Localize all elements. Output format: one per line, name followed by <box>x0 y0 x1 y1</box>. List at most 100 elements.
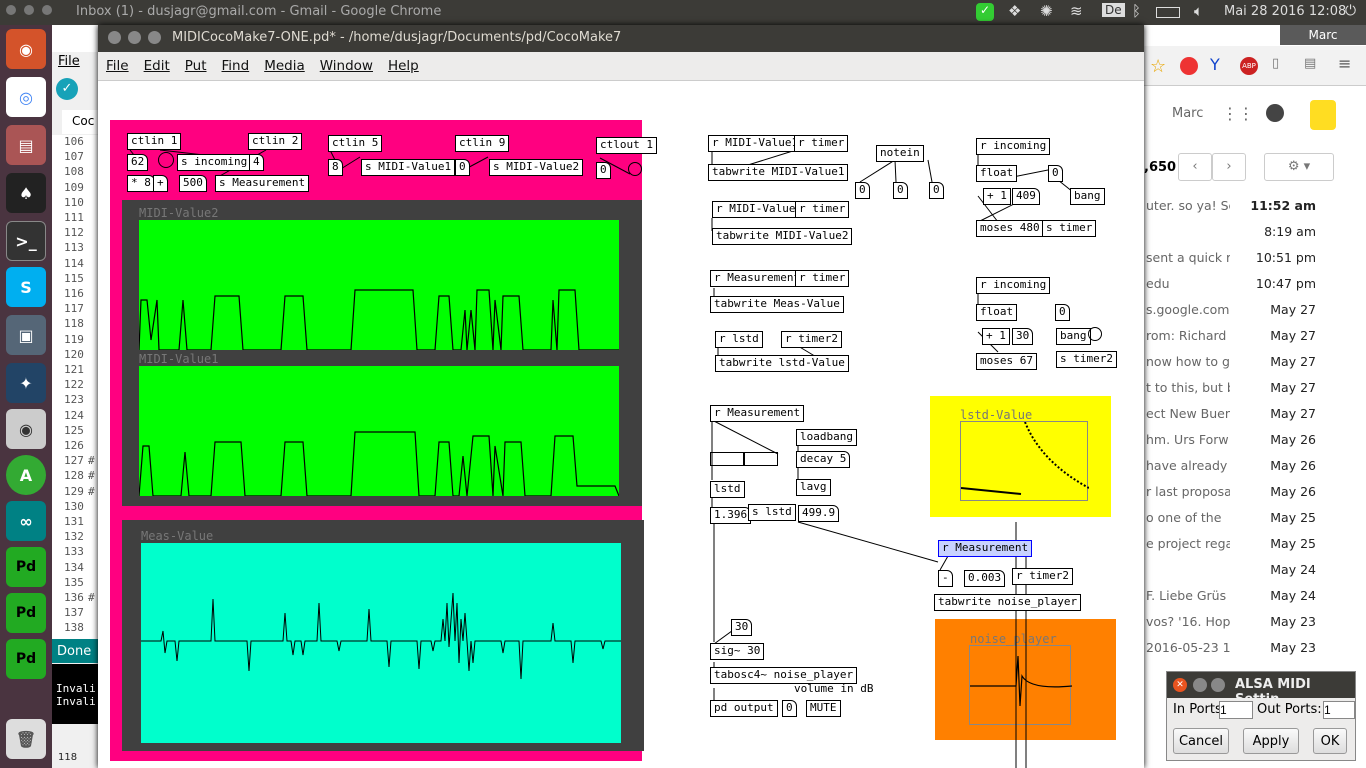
bang-button[interactable] <box>628 162 642 176</box>
menu-icon[interactable]: ≡ <box>1338 54 1351 73</box>
clock[interactable]: Mai 28 2016 12:08 <box>1224 4 1346 19</box>
keyboard-layout[interactable]: De <box>1102 3 1125 17</box>
pd-icon[interactable]: Pd <box>6 593 46 633</box>
mail-row[interactable]: edu 10:47 pm <box>1144 270 1366 296</box>
pd-canvas[interactable]: MIDI-Value2 MIDI-Value1 Meas-Value lstd-… <box>98 82 1144 768</box>
mail-row[interactable]: r last proposa May 26 <box>1144 478 1366 504</box>
moses-480-object[interactable]: moses 480 <box>976 220 1044 237</box>
menu-put[interactable]: Put <box>185 58 207 74</box>
receive-incoming-object[interactable]: r incoming <box>976 277 1051 294</box>
hslider-handle[interactable] <box>743 453 745 465</box>
mail-row[interactable]: rom: Richard A May 27 <box>1144 322 1366 348</box>
files-icon[interactable]: ▤ <box>6 125 46 165</box>
menu-help[interactable]: Help <box>388 58 419 74</box>
receive-timer2-object[interactable]: r timer2 <box>781 331 842 348</box>
mail-row[interactable]: 2016-05-23 1 May 23 <box>1144 634 1366 660</box>
minimize-icon[interactable] <box>1193 678 1207 692</box>
receive-midi-value1-object[interactable]: r MIDI-Value1 <box>708 135 803 152</box>
out-ports-input[interactable] <box>1323 701 1355 719</box>
number-box[interactable]: 0 <box>1048 165 1063 182</box>
float-object[interactable]: float <box>976 165 1018 182</box>
menu-find[interactable]: Find <box>222 58 250 74</box>
shotwell-icon[interactable]: ✦ <box>6 363 46 403</box>
apps-icon[interactable]: ⋮⋮ <box>1222 104 1254 123</box>
check-icon[interactable]: ✓ <box>976 3 994 21</box>
mail-row[interactable]: 8:19 am <box>1144 218 1366 244</box>
receive-timer-object[interactable]: r timer <box>794 135 849 152</box>
mail-row[interactable]: s.google.com May 27 <box>1144 296 1366 322</box>
number-box[interactable]: 0.003 <box>964 570 1006 587</box>
webcam-icon[interactable]: ◉ <box>6 409 46 449</box>
lavg-object[interactable]: lavg <box>796 479 831 496</box>
settings-gear-icon[interactable]: ⚙ ▾ <box>1264 153 1334 181</box>
number-box[interactable]: 409 <box>1012 188 1040 205</box>
ctlin-1-object[interactable]: ctlin 1 <box>127 133 182 150</box>
number-box[interactable]: 1.396 <box>710 507 752 524</box>
gmail-user[interactable]: Marc <box>1172 106 1203 121</box>
receive-incoming-object[interactable]: r incoming <box>976 138 1051 155</box>
power-icon[interactable]: ⏻ <box>1345 3 1356 19</box>
number-box[interactable]: 8 <box>328 159 343 176</box>
skype-icon[interactable]: S <box>6 267 46 307</box>
plus-one-object[interactable]: + 1 <box>982 328 1010 345</box>
inkscape-icon[interactable]: ♠ <box>6 173 46 213</box>
menu-file[interactable]: File <box>106 58 129 74</box>
notein-object[interactable]: notein <box>876 145 924 162</box>
mail-row[interactable]: uter. so ya! Se 11:52 am <box>1144 192 1366 218</box>
mail-row[interactable]: ect New Buen May 27 <box>1144 400 1366 426</box>
maximize-icon[interactable] <box>42 5 52 15</box>
number-box[interactable]: 0 <box>596 162 611 179</box>
loadbang-object[interactable]: loadbang <box>796 429 857 446</box>
number-box[interactable]: 30 <box>1012 328 1034 345</box>
decay[interactable]: decay 5 <box>796 451 851 468</box>
chrome-icon[interactable]: ◎ <box>6 77 46 117</box>
terminal-icon[interactable]: >_ <box>6 221 46 261</box>
volume-icon[interactable]: 🔈︎ <box>1194 2 1203 20</box>
subtract[interactable]: - <box>938 570 953 587</box>
updater-icon[interactable]: A <box>6 455 46 495</box>
adblock-icon[interactable]: ABP <box>1240 57 1258 75</box>
ubuntu-icon[interactable]: ◉ <box>6 29 46 69</box>
verify-icon[interactable]: ✓ <box>56 78 78 100</box>
ok-button[interactable]: OK <box>1313 728 1347 754</box>
mute-toggle-object[interactable]: MUTE <box>806 700 841 717</box>
ctlin-5-object[interactable]: ctlin 5 <box>328 135 383 152</box>
tabwrite-noise-player-object[interactable]: tabwrite noise_player <box>934 594 1082 611</box>
mail-row[interactable]: o one of the May 25 <box>1144 504 1366 530</box>
float-object[interactable]: float <box>976 304 1018 321</box>
mail-row[interactable]: e project rega May 25 <box>1144 530 1366 556</box>
volume-label-object[interactable]: volume in dB <box>791 682 876 699</box>
image-viewer-icon[interactable]: ▣ <box>6 315 46 355</box>
battery-icon[interactable] <box>1156 7 1180 18</box>
send-midi-value1-object[interactable]: s MIDI-Value1 <box>361 159 456 176</box>
sync-icon[interactable]: ✺ <box>1040 2 1053 20</box>
ctlin-9-object[interactable]: ctlin 9 <box>455 135 510 152</box>
tabwrite-midi-value1-object[interactable]: tabwrite MIDI-Value1 <box>708 164 849 181</box>
maximize-icon[interactable] <box>1211 678 1225 692</box>
close-icon[interactable]: ✕ <box>1173 678 1187 692</box>
doc-icon[interactable]: ▯ <box>1272 56 1279 71</box>
mail-row[interactable]: sent a quick r 10:51 pm <box>1144 244 1366 270</box>
minimize-icon[interactable] <box>24 5 34 15</box>
send-lstd-object[interactable]: s lstd <box>748 504 796 521</box>
arduino-icon[interactable]: ∞ <box>6 501 46 541</box>
extension-icon[interactable]: Y <box>1210 55 1220 74</box>
pd-output-object[interactable]: pd output <box>710 700 778 717</box>
receive-measurement-object[interactable]: r Measurement <box>938 540 1033 557</box>
send-incoming-object[interactable]: s incoming <box>177 154 252 171</box>
ctlout-1-object[interactable]: ctlout 1 <box>596 137 657 154</box>
tabwrite-meas-value-object[interactable]: tabwrite Meas-Value <box>710 296 844 313</box>
dropbox-icon[interactable]: ❖ <box>1008 2 1021 20</box>
tabwrite-lstd-value-object[interactable]: tabwrite lstd-Value <box>715 355 849 372</box>
number-box[interactable]: 0 <box>455 159 470 176</box>
receive-timer-object[interactable]: r timer <box>795 201 850 218</box>
receive-midi-value2-object[interactable]: r MIDI-Value2 <box>712 201 807 218</box>
number-box[interactable]: 0 <box>855 182 870 199</box>
number-box[interactable]: 0 <box>893 182 908 199</box>
editor-tab[interactable]: Coc <box>62 110 98 134</box>
pd-icon[interactable]: Pd <box>6 547 46 587</box>
trash-icon[interactable]: 🗑︎ <box>6 719 46 759</box>
number-box[interactable]: 499.9 <box>798 505 840 522</box>
plus-one-object[interactable]: + 1 <box>983 188 1011 205</box>
receive-lstd-object[interactable]: r lstd <box>715 331 763 348</box>
